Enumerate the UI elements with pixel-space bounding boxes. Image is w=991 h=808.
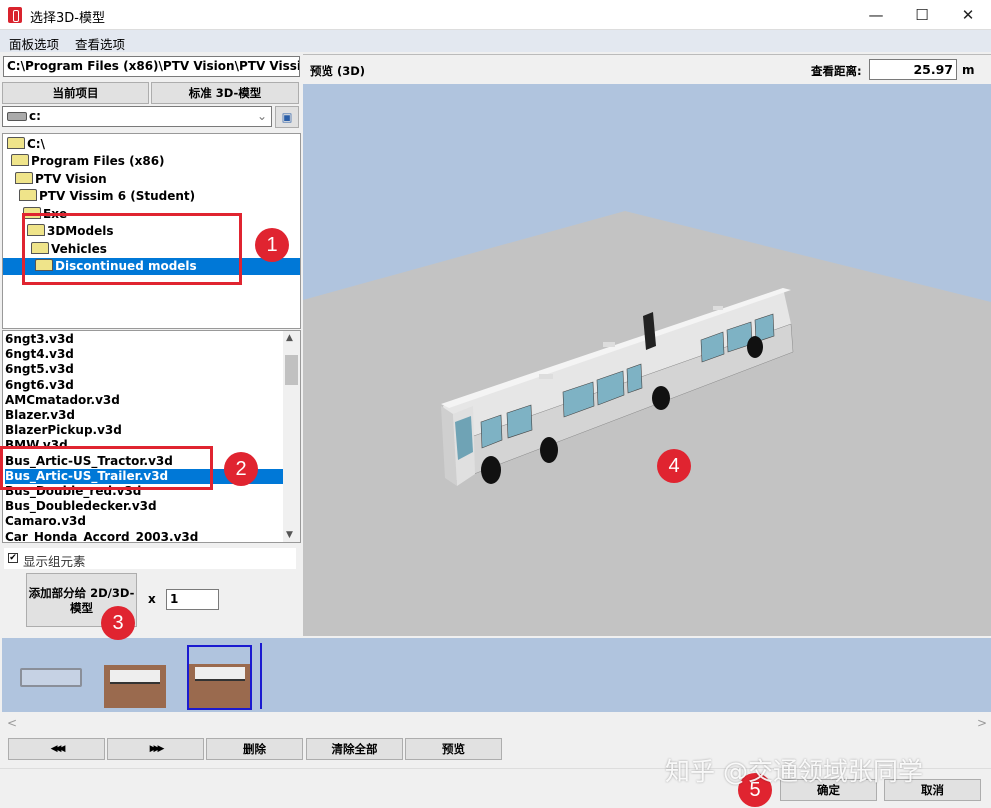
ground-plane <box>303 211 991 636</box>
tree-item[interactable]: Program Files (x86) <box>11 153 165 170</box>
preview-button[interactable]: 预览 <box>405 738 502 760</box>
multiplier-label: x <box>148 592 156 606</box>
annotation-badge-1: 1 <box>255 228 289 262</box>
annotation-badge-2: 2 <box>224 452 258 486</box>
file-list-item[interactable]: 6ngt3.v3d <box>5 332 285 347</box>
empty-component-slot[interactable] <box>20 668 82 687</box>
network-icon: ▣ <box>281 110 293 124</box>
file-list-item[interactable]: AMCmatador.v3d <box>5 393 285 408</box>
file-list-item[interactable]: BlazerPickup.v3d <box>5 423 285 438</box>
drive-icon <box>7 112 27 121</box>
path-field[interactable]: C:\Program Files (x86)\PTV Vision\PTV Vi… <box>3 56 300 77</box>
delete-button[interactable]: 删除 <box>206 738 303 760</box>
show-elements-row[interactable]: ✔ 显示组元素 <box>4 548 296 569</box>
annotation-box-1 <box>22 213 242 285</box>
distance-unit: m <box>962 63 975 77</box>
folder-icon <box>19 189 37 201</box>
annotation-badge-3: 3 <box>101 606 135 640</box>
close-button[interactable]: ✕ <box>945 0 991 30</box>
minimize-button[interactable]: — <box>853 0 899 30</box>
scroll-up-icon[interactable]: ▲ <box>286 333 293 343</box>
menu-panel-options[interactable]: 面板选项 <box>9 34 59 53</box>
scroll-thumb[interactable] <box>285 355 298 385</box>
annotation-box-2 <box>0 446 213 490</box>
file-list: 6ngt3.v3d 6ngt4.v3d 6ngt5.v3d 6ngt6.v3d AMCm… <box>2 330 301 543</box>
folder-icon <box>15 172 33 184</box>
tree-item[interactable]: PTV Vision <box>15 171 107 188</box>
3d-preview-viewport[interactable] <box>303 84 991 636</box>
window-title: 选择3D-模型 <box>30 11 105 26</box>
show-elements-checkbox[interactable]: ✔ <box>8 553 18 563</box>
file-list-item[interactable]: Camaro.v3d <box>5 514 285 529</box>
multiplier-input[interactable]: 1 <box>166 589 219 610</box>
show-elements-label: 显示组元素 <box>23 554 86 569</box>
preview-header: 预览 (3D) 查看距离: 25.97 m <box>303 54 991 84</box>
file-list-item[interactable]: Bus_Doubledecker.v3d <box>5 499 285 514</box>
distance-input[interactable]: 25.97 <box>869 59 957 80</box>
folder-icon <box>7 137 25 149</box>
move-left-button[interactable]: ◀◀◀ <box>8 738 105 760</box>
menu-bar: 面板选项 查看选项 <box>0 30 991 52</box>
maximize-button[interactable]: ☐ <box>899 0 945 30</box>
network-drive-button[interactable]: ▣ <box>275 106 299 128</box>
file-list-item[interactable]: Car_Honda_Accord_2003.v3d <box>5 530 285 542</box>
component-thumbnail-trailer-selected[interactable] <box>187 645 252 710</box>
chevron-down-icon: ⌄ <box>256 109 267 123</box>
watermark: 知乎 @交通领域张同学 <box>665 757 923 786</box>
3d-scene <box>303 211 991 636</box>
scroll-left-button[interactable]: < <box>7 716 17 730</box>
drive-select[interactable]: c: ⌄ <box>2 106 272 127</box>
distance-label: 查看距离: <box>811 64 862 78</box>
drive-value: c: <box>29 109 41 123</box>
file-list-item[interactable]: 6ngt4.v3d <box>5 347 285 362</box>
tab-standard-3d-models[interactable]: 标准 3D-模型 <box>151 82 299 104</box>
component-strip <box>2 638 991 712</box>
menu-view-options[interactable]: 查看选项 <box>75 34 125 53</box>
file-list-item[interactable]: Blazer.v3d <box>5 408 285 423</box>
component-thumbnail-tractor[interactable] <box>104 648 166 708</box>
preview-label: 预览 (3D) <box>310 64 366 78</box>
annotation-badge-4: 4 <box>657 449 691 483</box>
tab-current-project[interactable]: 当前项目 <box>2 82 149 104</box>
file-list-item[interactable]: 6ngt6.v3d <box>5 378 285 393</box>
scroll-right-button[interactable]: > <box>977 716 987 730</box>
clear-all-button[interactable]: 清除全部 <box>306 738 403 760</box>
app-icon <box>8 7 22 23</box>
insert-cursor <box>260 643 262 709</box>
tree-item[interactable]: PTV Vissim 6 (Student) <box>19 188 195 205</box>
vertical-scrollbar[interactable]: ▲ ▼ <box>283 331 300 542</box>
folder-icon <box>11 154 29 166</box>
tree-item[interactable]: C:\ <box>7 136 45 153</box>
move-right-button[interactable]: ▶▶▶ <box>107 738 204 760</box>
title-bar: 选择3D-模型 — ☐ ✕ <box>0 0 991 30</box>
scroll-down-icon[interactable]: ▼ <box>286 530 293 540</box>
file-list-item[interactable]: 6ngt5.v3d <box>5 362 285 377</box>
